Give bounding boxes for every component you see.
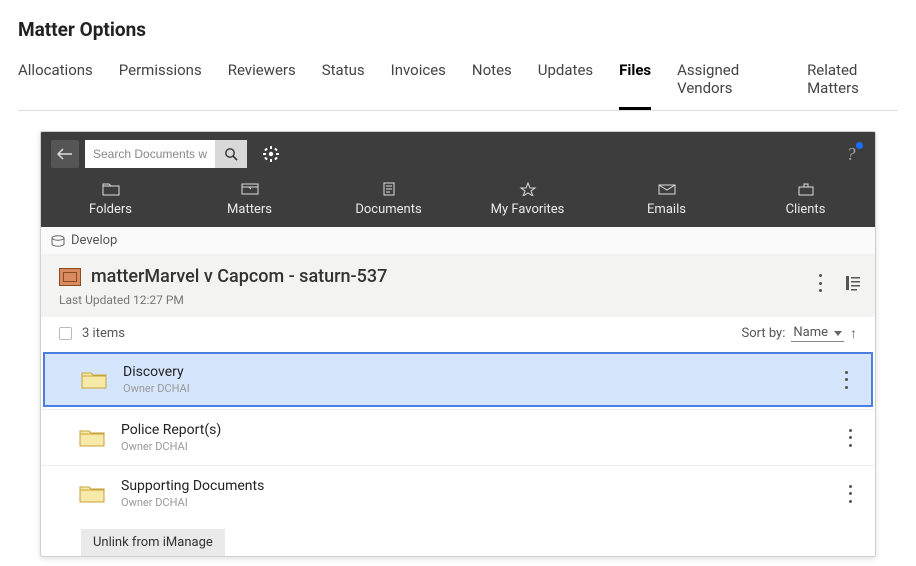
category-my-favorites[interactable]: My Favorites: [458, 176, 597, 227]
tab-assigned-vendors[interactable]: Assigned Vendors: [677, 61, 781, 110]
detail-view-button[interactable]: [845, 275, 861, 291]
files-panel: ? Folders Matters Documents My Favorites Ema…: [40, 131, 876, 557]
list-item[interactable]: Supporting Documents Owner DCHAI: [41, 465, 875, 521]
item-more-button[interactable]: [839, 371, 853, 389]
gear-icon: [263, 146, 279, 162]
category-documents[interactable]: Documents: [319, 176, 458, 227]
item-count: 3 items: [82, 326, 125, 341]
help-button[interactable]: ?: [837, 140, 865, 168]
back-button[interactable]: [51, 140, 79, 168]
item-owner: Owner DCHAI: [121, 440, 221, 453]
toolbar: ? Folders Matters Documents My Favorites Ema…: [41, 132, 875, 227]
settings-button[interactable]: [257, 140, 285, 168]
category-label: Matters: [227, 202, 272, 217]
my-favorites-icon: [519, 182, 537, 196]
clients-icon: [797, 182, 815, 196]
matter-last-updated: Last Updated 12:27 PM: [59, 293, 857, 307]
item-more-button[interactable]: [843, 485, 857, 503]
tab-reviewers[interactable]: Reviewers: [228, 61, 296, 110]
category-label: Clients: [786, 202, 826, 217]
database-icon: [51, 235, 65, 247]
category-label: Folders: [89, 202, 132, 217]
breadcrumb-label: Develop: [71, 233, 117, 248]
unlink-button[interactable]: Unlink from iManage: [81, 529, 225, 556]
more-actions-button[interactable]: [813, 274, 827, 292]
sort-select[interactable]: Name: [791, 325, 844, 342]
search-input[interactable]: [85, 140, 215, 168]
breadcrumb[interactable]: Develop: [41, 227, 875, 254]
category-matters[interactable]: Matters: [180, 176, 319, 227]
folder-icon: [79, 428, 105, 448]
list-bar: 3 items Sort by: Name ↑: [41, 317, 875, 350]
search-button[interactable]: [215, 140, 247, 168]
item-owner: Owner DCHAI: [123, 382, 190, 395]
matters-icon: [241, 182, 259, 196]
tab-invoices[interactable]: Invoices: [391, 61, 446, 110]
tab-notes[interactable]: Notes: [472, 61, 512, 110]
category-label: Emails: [647, 202, 686, 217]
tab-files[interactable]: Files: [619, 61, 651, 110]
item-more-button[interactable]: [843, 429, 857, 447]
item-owner: Owner DCHAI: [121, 496, 264, 509]
category-folders[interactable]: Folders: [41, 176, 180, 227]
tab-bar: Allocations Permissions Reviewers Status Inv…: [18, 61, 898, 111]
item-name: Discovery: [123, 364, 190, 380]
page-title: Matter Options: [18, 18, 898, 41]
tab-permissions[interactable]: Permissions: [119, 61, 202, 110]
sort-direction-button[interactable]: ↑: [850, 325, 857, 342]
documents-icon: [380, 182, 398, 196]
select-all-checkbox[interactable]: [59, 327, 72, 340]
category-clients[interactable]: Clients: [736, 176, 875, 227]
category-emails[interactable]: Emails: [597, 176, 736, 227]
item-name: Police Report(s): [121, 422, 221, 438]
category-label: My Favorites: [491, 202, 565, 217]
tab-updates[interactable]: Updates: [538, 61, 593, 110]
matter-header: matterMarvel v Capcom - saturn-537 Last …: [41, 254, 875, 317]
emails-icon: [658, 182, 676, 196]
tab-status[interactable]: Status: [322, 61, 365, 110]
list-item[interactable]: Police Report(s) Owner DCHAI: [41, 409, 875, 465]
item-name: Supporting Documents: [121, 478, 264, 494]
category-label: Documents: [355, 202, 421, 217]
tab-allocations[interactable]: Allocations: [18, 61, 93, 110]
help-icon: ?: [847, 144, 856, 165]
folders-icon: [102, 182, 120, 196]
matter-icon: [59, 268, 81, 286]
list-item[interactable]: Discovery Owner DCHAI: [43, 352, 873, 407]
tab-related-matters[interactable]: Related Matters: [807, 61, 898, 110]
folder-icon: [81, 370, 107, 390]
sort-label: Sort by:: [741, 326, 785, 341]
notification-dot-icon: [856, 142, 863, 149]
folder-icon: [79, 484, 105, 504]
search-icon: [224, 147, 238, 161]
matter-title: matterMarvel v Capcom - saturn-537: [91, 266, 387, 287]
